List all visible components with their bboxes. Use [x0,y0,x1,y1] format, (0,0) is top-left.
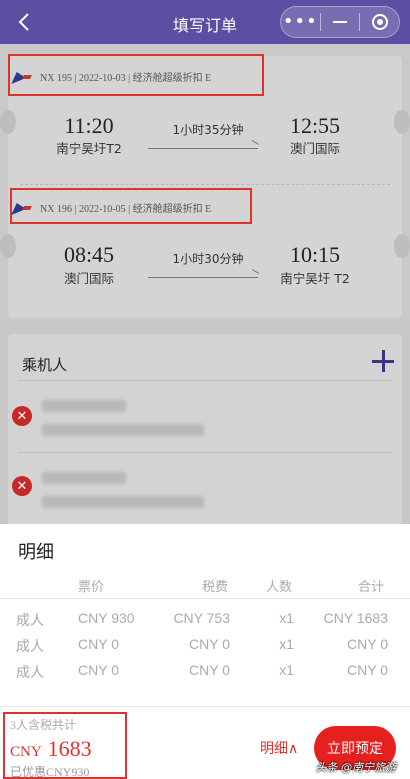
departure-airport: 澳门国际 [63,271,114,286]
arrow-right-icon [148,277,258,278]
fare-value: CNY 0 [78,636,119,652]
fare-value: CNY 930 [78,610,135,626]
toggle-detail-link[interactable]: 明细∧ [260,738,298,758]
flight-info-text: NX 196 | 2022-10-05 | 经济舱超级折扣 E [40,204,212,215]
divider [18,380,392,381]
divider [18,452,392,453]
airline-logo-icon [14,70,36,84]
arrow-right-icon [148,148,258,149]
flight-ticket-card: NX 195 | 2022-10-03 | 经济舱超级折扣 E 11:20 南宁… [0,54,410,318]
add-passenger-icon[interactable] [372,350,394,372]
total-price: CNY 1683 [10,736,92,762]
delete-passenger-icon[interactable]: ✕ [12,406,32,426]
count-value: x1 [279,636,294,652]
segment-divider [20,184,390,185]
order-footer-bar: 3人含税共计 CNY 1683 已优惠CNY930 明细∧ 立即预定 头条 @南… [0,706,410,779]
total-value: CNY 0 [347,636,388,652]
total-amount: 1683 [47,736,92,761]
discount-text: 已优惠CNY930 [10,765,90,779]
detail-title: 明细 [18,542,54,563]
departure-time: 08:45 [63,242,115,267]
count-value: x1 [279,662,294,678]
header-divider [0,598,410,599]
flight-duration: 1小时35分钟 [172,123,244,137]
column-header-count: 人数 [266,580,293,595]
currency: CNY [10,744,42,760]
delete-passenger-icon[interactable]: ✕ [12,476,32,496]
airline-logo-icon [14,201,36,215]
column-header-tax: 税费 [202,580,229,595]
arrival-time: 12:55 [289,113,341,138]
tax-value: CNY 753 [173,610,230,626]
flight-info-text: NX 195 | 2022-10-03 | 经济舱超级折扣 E [40,73,212,84]
tax-value: CNY 0 [189,662,230,678]
passenger-card: 乘机人 ✕ ✕ [8,334,402,526]
more-button[interactable]: ••• [281,7,320,37]
departure-time: 11:20 [64,113,114,138]
total-value: CNY 0 [347,662,388,678]
minimize-button[interactable] [321,7,360,37]
departure-airport: 南宁吴圩T2 [56,141,122,156]
passenger-id-blurred [42,424,204,436]
target-icon [371,14,388,30]
total-label: 3人含税共计 [10,718,77,732]
close-program-button[interactable] [360,7,399,37]
passenger-title: 乘机人 [22,356,68,374]
more-dots-icon: ••• [282,11,318,32]
nav-bar: 填写订单 ••• [0,0,410,44]
passenger-type: 成人 [16,638,44,654]
arrival-airport: 澳门国际 [289,141,340,156]
passenger-section: 乘机人 ✕ ✕ [0,326,410,526]
passenger-id-blurred [42,496,204,508]
arrival-time: 10:15 [289,242,341,267]
passenger-name-blurred [42,472,126,484]
total-value: CNY 1683 [323,610,388,626]
flight-segment-return[interactable]: NX 196 | 2022-10-05 | 经济舱超级折扣 E 08:45 澳门… [8,186,402,316]
fare-value: CNY 0 [78,662,119,678]
passenger-name-blurred [42,400,126,412]
watermark: 头条 @南宁旅游 [315,761,397,774]
passenger-type: 成人 [16,664,44,680]
arrival-airport: 南宁吴圩 T2 [280,271,350,286]
passenger-type: 成人 [16,612,44,628]
minus-icon [333,21,347,23]
tax-value: CNY 0 [189,636,230,652]
flight-tag: NX 196 | 2022-10-05 | 经济舱超级折扣 E [14,200,211,215]
column-header-total: 合计 [358,580,385,595]
mini-program-capsule: ••• [280,6,400,38]
flight-duration: 1小时30分钟 [172,252,244,266]
flight-segment-outbound[interactable]: NX 195 | 2022-10-03 | 经济舱超级折扣 E 11:20 南宁… [8,54,402,186]
price-detail-sheet: 明细 票价 税费 人数 合计 成人 CNY 930 CNY 753 x1 CNY… [0,524,410,710]
flight-tag: NX 195 | 2022-10-03 | 经济舱超级折扣 E [14,69,211,84]
flight-section: NX 195 | 2022-10-03 | 经济舱超级折扣 E 11:20 南宁… [0,44,410,326]
count-value: x1 [279,610,294,626]
column-header-fare: 票价 [78,580,105,595]
